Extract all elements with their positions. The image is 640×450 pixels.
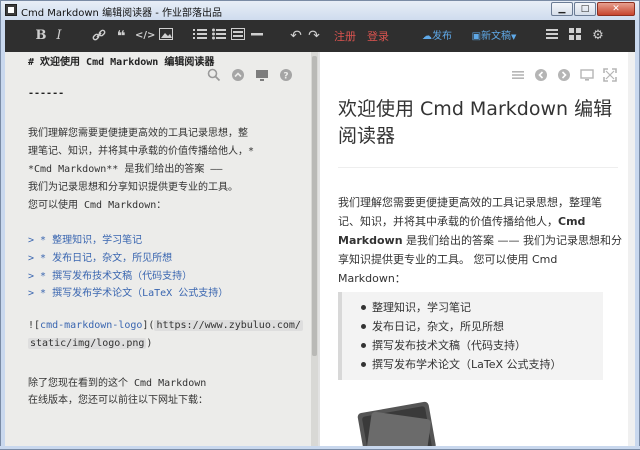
- image-alt-text: cmd-markdown-logo: [40, 320, 143, 331]
- new-document-label: 新文稿: [481, 31, 512, 42]
- preview-title-divider: [338, 167, 618, 168]
- preview-tools: [511, 67, 617, 82]
- window-frame-bottom: [0, 446, 640, 450]
- list-item: 撰写发布学术论文（LaTeX 公式支持）: [361, 355, 562, 374]
- register-link[interactable]: 注册: [333, 29, 357, 45]
- editor-toolbar: B I ❝ </> ↶ ↷ 注册 登录 ☁发布 ▣新文稿▼ ⚙: [5, 20, 635, 52]
- publish-button[interactable]: ☁发布: [419, 29, 455, 45]
- editor-tools: ?: [207, 67, 293, 82]
- maximize-button[interactable]: □: [574, 2, 596, 16]
- chevron-down-icon: ▼: [511, 33, 517, 41]
- list-item: 发布日记，杂文，所见所想: [361, 317, 562, 336]
- editor-line: # 欢迎使用 Cmd Markdown 编辑阅读器: [28, 57, 215, 68]
- italic-button[interactable]: I: [53, 28, 65, 44]
- maximize-icon: □: [580, 4, 590, 14]
- image-icon[interactable]: [159, 28, 175, 44]
- app-icon: [5, 4, 17, 16]
- bold-button[interactable]: B: [35, 28, 47, 44]
- help-icon[interactable]: ?: [279, 67, 293, 82]
- preview-paragraph: 我们理解您需要更便捷更高效的工具记录思想，整理笔记、知识，并将其中承载的价值传播…: [338, 193, 623, 288]
- editor-line: *Cmd Markdown** 是我们给出的答案 ——: [28, 164, 223, 175]
- md-syntax: ![: [28, 320, 41, 331]
- menu-list-icon[interactable]: [546, 28, 560, 44]
- editor-line: ------: [28, 88, 65, 99]
- cloud-upload-icon: ☁: [422, 31, 432, 42]
- code-icon[interactable]: </>: [135, 28, 155, 44]
- editor-line: 您可以使用 Cmd Markdown：: [28, 200, 167, 211]
- editor-scrollbar[interactable]: [311, 52, 318, 446]
- editor-line: > * 发布日记，杂文，所见所想: [28, 253, 173, 264]
- horizontal-rule-icon[interactable]: [251, 28, 263, 44]
- quote-icon[interactable]: ❝: [113, 28, 129, 44]
- search-icon[interactable]: [207, 67, 221, 82]
- markdown-preview: 欢迎使用 Cmd Markdown 编辑阅读器 我们理解您需要更便捷更高效的工具…: [318, 52, 635, 446]
- minimize-button[interactable]: ▁: [551, 2, 573, 16]
- close-icon: ✕: [612, 4, 620, 14]
- editor-line: 在线版本，您还可以前往以下网址下载：: [28, 395, 208, 406]
- md-syntax: ): [146, 338, 153, 349]
- editor-line: > * 撰写发布技术文稿（代码支持）: [28, 271, 193, 282]
- toc-icon[interactable]: [511, 67, 525, 81]
- new-document-icon: ▣: [471, 31, 482, 42]
- editor-image-line-cont: static/img/logo.png): [28, 338, 152, 349]
- publish-label: 发布: [432, 31, 452, 42]
- editor-line: 除了您现在看到的这个 Cmd Markdown: [28, 378, 207, 389]
- markdown-editor[interactable]: ? # 欢迎使用 Cmd Markdown 编辑阅读器 ------ 我们理解您…: [5, 52, 311, 446]
- preview-scrollbar[interactable]: [628, 52, 635, 446]
- image-url: https://www.zybuluo.com/: [154, 320, 303, 331]
- editor-image-line: ![cmd-markdown-logo](https://www.zybuluo…: [28, 320, 303, 331]
- layout-grid-icon[interactable]: [569, 28, 583, 44]
- heading-icon[interactable]: [231, 28, 245, 44]
- editor-line: 我们理解您需要更便捷更高效的工具记录思想，整: [28, 128, 248, 139]
- fullscreen-icon[interactable]: [603, 67, 617, 82]
- editor-scroll-thumb[interactable]: [312, 56, 317, 356]
- undo-icon[interactable]: ↶: [289, 28, 303, 44]
- preview-blockquote: 整理知识，学习笔记 发布日记，杂文，所见所想 撰写发布技术文稿（代码支持） 撰写…: [338, 292, 603, 380]
- window-frame-right: [635, 20, 640, 450]
- monitor-icon[interactable]: [255, 67, 269, 81]
- image-url: static/img/logo.png: [28, 338, 147, 349]
- redo-icon[interactable]: ↷: [307, 28, 321, 44]
- chevron-left-icon[interactable]: [534, 67, 548, 81]
- close-button[interactable]: ✕: [597, 2, 635, 16]
- link-icon[interactable]: [92, 28, 108, 44]
- unordered-list-icon[interactable]: [212, 28, 226, 44]
- login-link[interactable]: 登录: [366, 29, 390, 45]
- svg-text:?: ?: [283, 72, 288, 82]
- preview-title: 欢迎使用 Cmd Markdown 编辑阅读器: [338, 98, 613, 147]
- minimize-icon: ▁: [558, 4, 566, 14]
- monitor-icon[interactable]: [580, 67, 594, 81]
- gear-icon[interactable]: ⚙: [591, 28, 605, 44]
- editor-line: 我们为记录思想和分享知识提供更专业的工具。: [28, 182, 238, 193]
- md-syntax: ](: [142, 320, 155, 331]
- editor-line: > * 撰写发布学术论文（LaTeX 公式支持）: [28, 288, 229, 299]
- list-item: 整理知识，学习笔记: [361, 298, 562, 317]
- ordered-list-icon[interactable]: [193, 28, 207, 44]
- window-title: Cmd Markdown 编辑阅读器 - 作业部落出品: [21, 8, 223, 19]
- editor-line: > * 整理知识，学习笔记: [28, 235, 143, 246]
- new-document-menu[interactable]: ▣新文稿▼: [468, 29, 520, 45]
- chevron-right-icon[interactable]: [557, 67, 571, 81]
- list-item: 撰写发布技术文稿（代码支持）: [361, 336, 562, 355]
- cmd-markdown-logo-image: [352, 397, 442, 446]
- pane-divider[interactable]: [318, 52, 320, 446]
- scroll-up-icon[interactable]: [231, 67, 245, 81]
- preview-list: 整理知识，学习笔记 发布日记，杂文，所见所想 撰写发布技术文稿（代码支持） 撰写…: [361, 298, 562, 374]
- window-titlebar: Cmd Markdown 编辑阅读器 - 作业部落出品 ▁ □ ✕: [0, 0, 640, 20]
- editor-line: 理笔记、知识，并将其中承载的价值传播给他人，*: [28, 146, 255, 157]
- window-controls: ▁ □ ✕: [550, 2, 635, 16]
